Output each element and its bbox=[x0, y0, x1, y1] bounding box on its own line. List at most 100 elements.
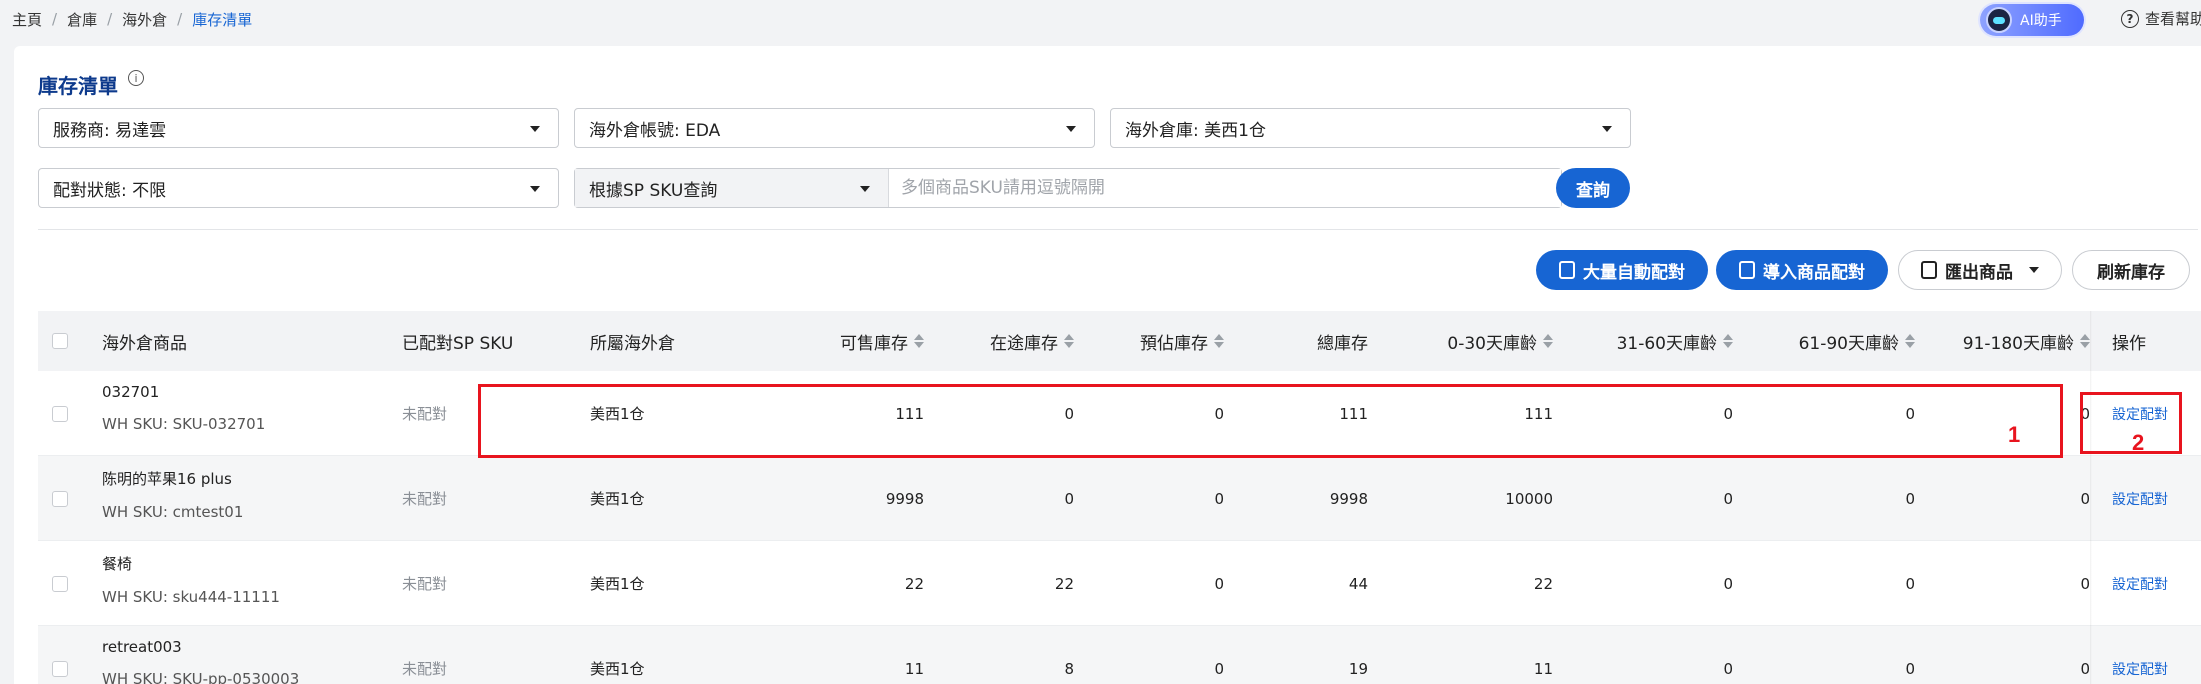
export-products-label: 匯出商品 bbox=[1945, 262, 2013, 283]
col-in-transit[interactable]: 在途庫存 bbox=[918, 311, 1074, 371]
service-provider-value: 服務商: 易達雲 bbox=[53, 120, 167, 141]
account-select[interactable]: 海外倉帳號: EDA bbox=[574, 108, 1095, 148]
search-mode-value: 根據SP SKU查詢 bbox=[589, 180, 718, 201]
chevron-down-icon bbox=[860, 186, 870, 192]
col-sellable[interactable]: 可售庫存 bbox=[758, 311, 924, 371]
row-checkbox[interactable] bbox=[52, 661, 68, 677]
annotation-box-1 bbox=[478, 384, 2063, 458]
col-in-transit-label: 在途庫存 bbox=[990, 333, 1058, 354]
table-icon bbox=[1559, 261, 1575, 279]
total-cell: 9998 bbox=[1329, 489, 1368, 508]
row-checkbox[interactable] bbox=[52, 491, 68, 507]
sellable-cell: 22 bbox=[904, 574, 924, 593]
breadcrumb-warehouse[interactable]: 倉庫 bbox=[67, 9, 97, 30]
import-match-button[interactable]: 導入商品配對 bbox=[1716, 250, 1888, 290]
sku-search-input[interactable] bbox=[889, 169, 1561, 207]
top-bar: 主頁 / 倉庫 / 海外倉 / 庫存清單 bbox=[0, 0, 2201, 38]
select-all-checkbox[interactable] bbox=[52, 333, 68, 349]
reserved-cell: 0 bbox=[1214, 489, 1224, 508]
annotation-label-2: 2 bbox=[2132, 430, 2145, 455]
col-actions: 操作 bbox=[2112, 333, 2146, 354]
match-status-select[interactable]: 配對狀態: 不限 bbox=[38, 168, 559, 208]
breadcrumb-current: 庫存清單 bbox=[192, 10, 253, 29]
warehouse-value: 海外倉庫: 美西1仓 bbox=[1125, 120, 1266, 141]
product-name: retreat003 bbox=[102, 638, 182, 656]
age-91-180-cell: 0 bbox=[2080, 574, 2090, 593]
in-transit-cell: 8 bbox=[1064, 659, 1074, 678]
page-title: 庫存清單 bbox=[38, 74, 118, 98]
product-cell: 032701 WH SKU: SKU-032701 bbox=[102, 383, 265, 433]
col-age-0-30-label: 0-30天庫齡 bbox=[1447, 333, 1537, 354]
warehouse-select[interactable]: 海外倉庫: 美西1仓 bbox=[1110, 108, 1631, 148]
set-match-link[interactable]: 設定配對 bbox=[2112, 626, 2168, 684]
age-31-60-cell: 0 bbox=[1723, 489, 1733, 508]
age-61-90-cell: 0 bbox=[1905, 574, 1915, 593]
chevron-down-icon bbox=[530, 186, 540, 192]
matched-sku: 未配對 bbox=[402, 490, 448, 508]
col-reserved-label: 預佔庫存 bbox=[1140, 333, 1208, 354]
breadcrumb-separator: / bbox=[107, 10, 113, 28]
breadcrumb-home[interactable]: 主頁 bbox=[12, 9, 42, 30]
divider bbox=[38, 229, 2198, 230]
col-sellable-label: 可售庫存 bbox=[840, 333, 908, 354]
query-button[interactable]: 查詢 bbox=[1556, 168, 1630, 208]
search-mode-select[interactable]: 根據SP SKU查詢 bbox=[575, 169, 889, 207]
product-sku: WH SKU: SKU-pp-0530003 bbox=[102, 670, 300, 684]
sort-icon bbox=[1723, 334, 1733, 348]
breadcrumb-overseas[interactable]: 海外倉 bbox=[122, 9, 167, 30]
chevron-down-icon bbox=[1066, 126, 1076, 132]
product-cell: retreat003 WH SKU: SKU-pp-0530003 bbox=[102, 638, 299, 684]
warehouse-cell: 美西1仓 bbox=[590, 490, 645, 508]
sellable-cell: 11 bbox=[904, 659, 924, 678]
product-name: 陈明的苹果16 plus bbox=[102, 470, 232, 488]
age-0-30-cell: 10000 bbox=[1505, 489, 1553, 508]
row-checkbox[interactable] bbox=[52, 406, 68, 422]
set-match-link[interactable]: 設定配對 bbox=[2112, 456, 2168, 541]
import-match-label: 導入商品配對 bbox=[1763, 262, 1865, 283]
col-age-91-180[interactable]: 91-180天庫齡 bbox=[1915, 311, 2090, 371]
breadcrumb-separator: / bbox=[52, 10, 58, 28]
matched-sku: 未配對 bbox=[402, 660, 448, 678]
set-match-link[interactable]: 設定配對 bbox=[2112, 541, 2168, 626]
sort-icon bbox=[1905, 334, 1915, 348]
help-link[interactable]: ? 查看幫助 bbox=[2121, 8, 2201, 29]
service-provider-select[interactable]: 服務商: 易達雲 bbox=[38, 108, 559, 148]
help-label: 查看幫助 bbox=[2145, 10, 2201, 28]
export-icon bbox=[1921, 261, 1937, 279]
row-checkbox[interactable] bbox=[52, 576, 68, 592]
table-row: 餐椅 WH SKU: sku444-11111 未配對 美西1仓 22 22 0… bbox=[38, 541, 2201, 626]
inventory-card: 庫存清單 i 服務商: 易達雲 海外倉帳號: EDA 海外倉庫: 美西1仓 配對… bbox=[14, 46, 2201, 684]
age-61-90-cell: 0 bbox=[1905, 489, 1915, 508]
info-icon[interactable]: i bbox=[128, 70, 144, 86]
chevron-down-icon bbox=[1602, 126, 1612, 132]
in-transit-cell: 22 bbox=[1054, 574, 1074, 593]
age-91-180-cell: 0 bbox=[2080, 659, 2090, 678]
account-value: 海外倉帳號: EDA bbox=[589, 120, 721, 141]
product-name: 餐椅 bbox=[102, 555, 133, 573]
sku-search-group: 根據SP SKU查詢 bbox=[574, 168, 1562, 208]
annotation-label-1: 1 bbox=[2008, 422, 2021, 447]
col-age-31-60[interactable]: 31-60天庫齡 bbox=[1553, 311, 1733, 371]
col-age-91-180-label: 91-180天庫齡 bbox=[1962, 333, 2074, 354]
col-age-61-90[interactable]: 61-90天庫齡 bbox=[1733, 311, 1915, 371]
product-sku: WH SKU: sku444-11111 bbox=[102, 588, 280, 606]
bulk-auto-match-label: 大量自動配對 bbox=[1583, 262, 1685, 283]
bulk-auto-match-button[interactable]: 大量自動配對 bbox=[1536, 250, 1708, 290]
sellable-cell: 9998 bbox=[885, 489, 924, 508]
chevron-down-icon bbox=[530, 126, 540, 132]
col-age-31-60-label: 31-60天庫齡 bbox=[1616, 333, 1717, 354]
ai-assistant-button[interactable]: AI助手 bbox=[1980, 4, 2084, 36]
product-sku: WH SKU: SKU-032701 bbox=[102, 415, 266, 433]
robot-icon bbox=[1986, 7, 2012, 33]
annotation-box-2 bbox=[2080, 392, 2182, 454]
age-91-180-cell: 0 bbox=[2080, 489, 2090, 508]
product-sku: WH SKU: cmtest01 bbox=[102, 503, 244, 521]
col-reserved[interactable]: 預佔庫存 bbox=[1068, 311, 1224, 371]
import-icon bbox=[1739, 261, 1755, 279]
refresh-inventory-button[interactable]: 刷新庫存 bbox=[2072, 250, 2190, 290]
age-31-60-cell: 0 bbox=[1723, 574, 1733, 593]
col-age-0-30[interactable]: 0-30天庫齡 bbox=[1368, 311, 1553, 371]
matched-sku: 未配對 bbox=[402, 575, 448, 593]
match-status-value: 配對狀態: 不限 bbox=[53, 180, 167, 201]
export-products-button[interactable]: 匯出商品 bbox=[1898, 250, 2062, 290]
